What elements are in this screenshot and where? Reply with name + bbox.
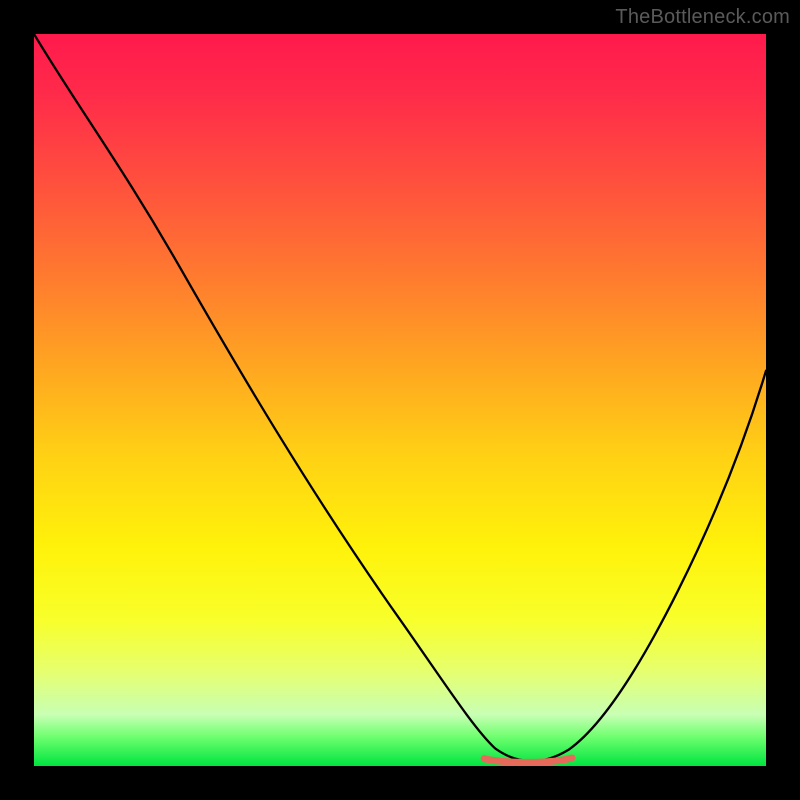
plot-area [34, 34, 766, 766]
chart-frame: TheBottleneck.com [0, 0, 800, 800]
bottleneck-curve [34, 34, 766, 761]
curve-layer [34, 34, 766, 766]
watermark-text: TheBottleneck.com [615, 6, 790, 29]
optimal-band [484, 758, 572, 762]
